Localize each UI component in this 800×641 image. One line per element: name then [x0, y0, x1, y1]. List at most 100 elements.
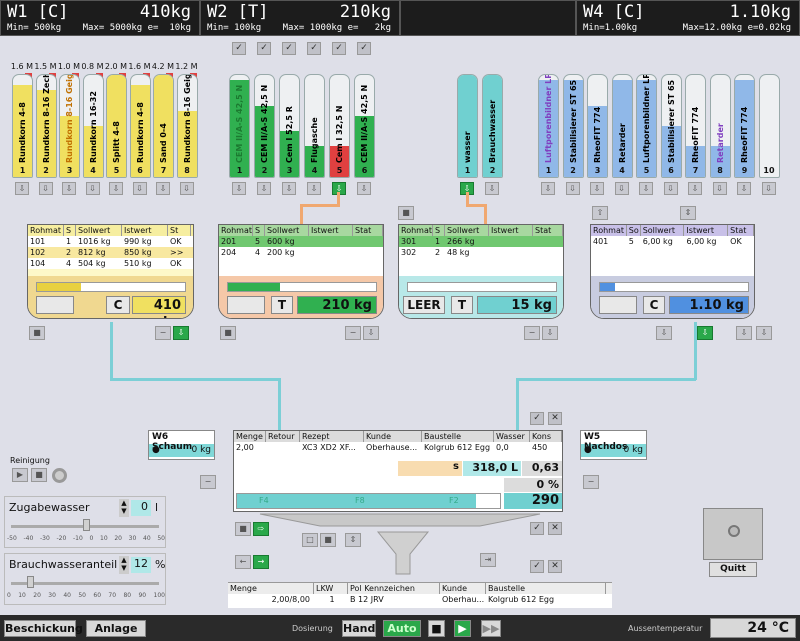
- w4-up-button[interactable]: ⇧: [592, 206, 608, 220]
- brauch-stepper[interactable]: ▲ ▼: [119, 556, 129, 574]
- play-button[interactable]: ▶: [454, 620, 471, 637]
- table-row[interactable]: 302 2 48 kg: [399, 247, 563, 258]
- silo-w4-2[interactable]: Stabilisierer ST 65 2: [562, 74, 584, 178]
- silo-discharge-button[interactable]: ⇩: [15, 182, 29, 195]
- silo-select-check[interactable]: ✓: [307, 42, 321, 55]
- silo-discharge-button[interactable]: ⇩: [62, 182, 76, 195]
- silo-water-1[interactable]: wasser 1: [457, 74, 478, 178]
- mixer-cancel2-check[interactable]: ✕: [548, 522, 562, 535]
- w4-down3-button[interactable]: ⇩: [756, 326, 772, 340]
- water-stop-button[interactable]: ■: [398, 206, 414, 220]
- brauch-slider-thumb[interactable]: [27, 576, 34, 588]
- reinigung-stop-button[interactable]: ■: [31, 468, 47, 482]
- silo-select-check[interactable]: ✓: [232, 42, 246, 55]
- silo-discharge-button[interactable]: ⇩: [541, 182, 555, 195]
- mixer-cancel-check[interactable]: ✕: [548, 412, 562, 425]
- silo-discharge-button[interactable]: ⇩: [614, 182, 629, 195]
- silo-select-check[interactable]: ✓: [282, 42, 296, 55]
- w2-stop-button[interactable]: ■: [220, 326, 236, 340]
- auto-button[interactable]: Auto: [383, 620, 421, 637]
- silo-discharge-button[interactable]: ⇩: [109, 182, 123, 195]
- zugabe-value[interactable]: 0: [131, 500, 151, 516]
- silo-select-check[interactable]: ✓: [332, 42, 346, 55]
- silo-water-2[interactable]: Brauchwasser 2: [482, 74, 503, 178]
- beschickung-button[interactable]: Beschickung: [4, 620, 83, 637]
- silo-w4-10[interactable]: 10: [758, 74, 780, 178]
- w4-discharge-button[interactable]: ⇩: [697, 326, 713, 340]
- silo-discharge-button[interactable]: ⇩: [232, 182, 246, 195]
- w2-discharge-button[interactable]: ⇩: [363, 326, 379, 340]
- silo-w4-3[interactable]: RheoFIT 774 3: [587, 74, 608, 178]
- silo-discharge-button[interactable]: ⇩: [38, 182, 53, 195]
- silo-discharge-button[interactable]: ⇩: [179, 182, 194, 195]
- mixer-stop-button[interactable]: ■: [235, 522, 251, 536]
- zugabe-slider-thumb[interactable]: [83, 519, 90, 531]
- anlage-button[interactable]: Anlage: [86, 620, 146, 637]
- silo-w1-3[interactable]: Rundkorn 8-16 Geig 3: [59, 74, 80, 178]
- silo-w1-2[interactable]: Rundkorn 8-16 Zech 2: [35, 74, 57, 178]
- w4-expand-button[interactable]: ⇕: [680, 206, 696, 220]
- w6-minus-button[interactable]: −: [200, 475, 216, 489]
- table-row[interactable]: 102 2 812 kg 850 kg >>: [28, 247, 193, 258]
- silo-discharge-button[interactable]: ⇩: [85, 182, 100, 195]
- table-row[interactable]: 104 4 504 kg 510 kg OK: [28, 258, 193, 269]
- fast-forward-button[interactable]: ▶▶: [481, 620, 501, 637]
- zugabe-stepper[interactable]: ▲ ▼: [119, 499, 129, 517]
- silo-w1-7[interactable]: Sand 0-4 7: [153, 74, 174, 178]
- silo-discharge-button[interactable]: ⇩: [485, 182, 499, 195]
- silo-w4-4[interactable]: Retarder 4: [611, 74, 633, 178]
- silo-w1-8[interactable]: Rundkorn 8-16 Geig 8: [176, 74, 198, 178]
- silo-discharge-button[interactable]: ⇩: [590, 182, 604, 195]
- silo-discharge-button[interactable]: ⇩: [688, 182, 702, 195]
- silo-w2-1[interactable]: CEM II/A-S 42,5 N 1: [229, 74, 250, 178]
- water-discharge-button[interactable]: ⇩: [542, 326, 558, 340]
- silo-discharge-button[interactable]: ⇩: [761, 182, 776, 195]
- w2-minus-button[interactable]: −: [345, 326, 361, 340]
- quitt-button[interactable]: Quitt: [709, 562, 757, 577]
- silo-discharge-button[interactable]: ⇩: [357, 182, 371, 195]
- w1-stop-button[interactable]: ■: [29, 326, 45, 340]
- table-row[interactable]: 401 5 6,00 kg 6,00 kg OK: [591, 236, 754, 247]
- reinigung-play-button[interactable]: ▶: [12, 468, 28, 482]
- w1-minus-button[interactable]: −: [155, 326, 171, 340]
- silo-discharge-button[interactable]: ⇩: [156, 182, 170, 195]
- w5-minus-button[interactable]: −: [583, 475, 599, 489]
- silo-w2-6[interactable]: CEM II/A-S 42,5 N 6: [354, 74, 375, 178]
- brauch-value[interactable]: 12: [131, 557, 151, 573]
- bottom-cancel-check[interactable]: ✕: [548, 560, 562, 573]
- silo-discharge-button[interactable]: ⇩: [712, 182, 727, 195]
- silo-w4-5[interactable]: Luftporenbildner LP 5: [636, 74, 657, 178]
- silo-discharge-button[interactable]: ⇩: [282, 182, 296, 195]
- water-minus-button[interactable]: −: [524, 326, 540, 340]
- silo-w2-2[interactable]: CEM II/A-S 42,5 N 2: [254, 74, 275, 178]
- silo-w2-4[interactable]: Flugasche 4: [304, 74, 325, 178]
- silo-discharge-button[interactable]: ⇩: [639, 182, 653, 195]
- silo-discharge-button[interactable]: ⇩: [257, 182, 271, 195]
- w4-down2-button[interactable]: ⇩: [736, 326, 752, 340]
- hand-button[interactable]: Hand: [342, 620, 376, 637]
- silo-w1-4[interactable]: Rundkorn 16-32 4: [82, 74, 104, 178]
- silo-w4-7[interactable]: RheoFIT 774 7: [685, 74, 706, 178]
- silo-discharge-button[interactable]: ⇩: [132, 182, 147, 195]
- silo-w2-3[interactable]: Cem I 52,5 R 3: [279, 74, 300, 178]
- silo-discharge-button[interactable]: ⇩: [663, 182, 678, 195]
- silo-discharge-button[interactable]: ⇩: [737, 182, 751, 195]
- silo-discharge-button[interactable]: ⇩: [307, 182, 321, 195]
- w1-discharge-button[interactable]: ⇩: [173, 326, 189, 340]
- silo-w4-8[interactable]: Retarder 8: [709, 74, 731, 178]
- silo-discharge-button[interactable]: ⇩: [565, 182, 580, 195]
- silo-w2-5[interactable]: Cem I 32,5 N 5: [329, 74, 350, 178]
- silo-w1-6[interactable]: Rundkorn 4-8 6: [129, 74, 151, 178]
- table-row[interactable]: 201 5 600 kg: [219, 236, 383, 247]
- table-row[interactable]: 301 1 266 kg: [399, 236, 563, 247]
- silo-w4-6[interactable]: Stabilisierer ST 65 6: [660, 74, 682, 178]
- silo-w1-1[interactable]: Rundkorn 4-8 1: [12, 74, 33, 178]
- w4-down-button[interactable]: ⇩: [656, 326, 672, 340]
- mixer-left-arrow[interactable]: ←: [235, 555, 251, 569]
- silo-select-check[interactable]: ✓: [257, 42, 271, 55]
- silo-w4-9[interactable]: RheoFIT 774 9: [734, 74, 755, 178]
- stop-button[interactable]: ■: [428, 620, 445, 637]
- table-row[interactable]: 101 1 1016 kg 990 kg OK: [28, 236, 193, 247]
- mixer-ok-check[interactable]: ✓: [530, 412, 544, 425]
- silo-w4-1[interactable]: Luftporenbildner LP 1: [538, 74, 559, 178]
